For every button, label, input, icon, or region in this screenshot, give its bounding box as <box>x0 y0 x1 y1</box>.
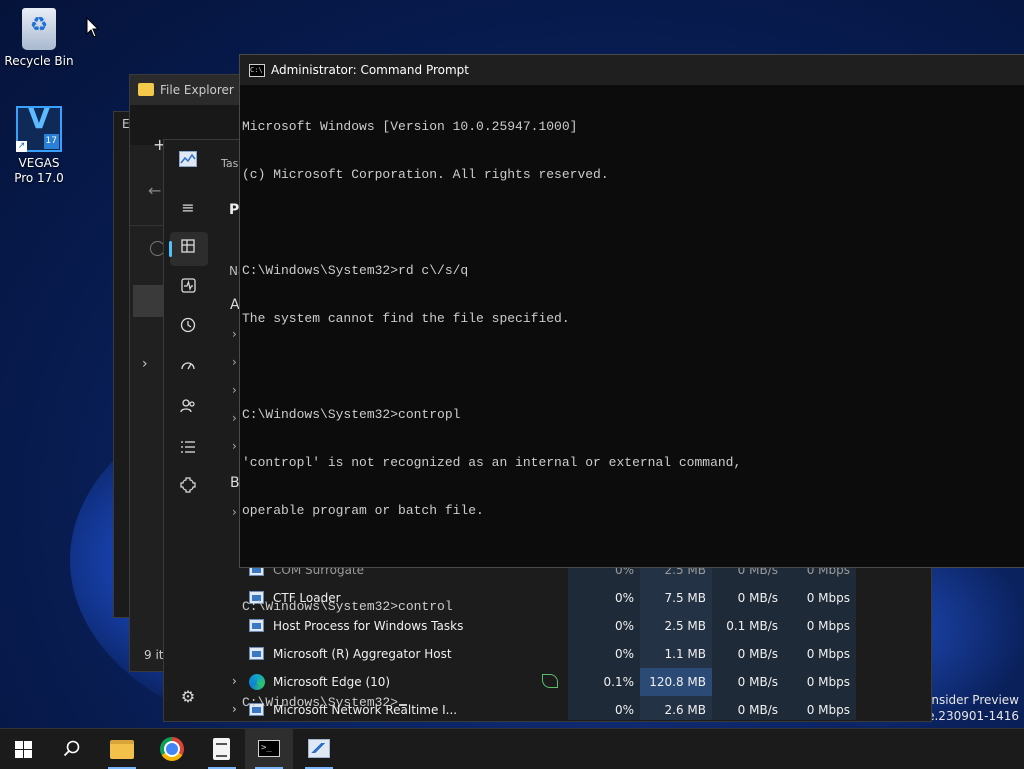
settings-gear-icon[interactable]: ⚙ <box>176 685 200 709</box>
process-network: 0 Mbps <box>806 647 850 661</box>
taskbar-chrome[interactable] <box>148 729 196 769</box>
command-prompt-icon: C:\ <box>249 64 265 77</box>
vegas-version-badge: 17 <box>43 134 59 149</box>
console-line: Microsoft Windows [Version 10.0.25947.10… <box>242 119 578 134</box>
services-tab-icon[interactable] <box>176 476 200 500</box>
recycle-bin-icon <box>22 8 56 50</box>
search-button[interactable] <box>48 729 96 769</box>
taskbar-notepad[interactable] <box>198 729 246 769</box>
process-network: 0 Mbps <box>806 619 850 633</box>
hamburger-menu-icon[interactable]: ≡ <box>176 196 200 220</box>
startup-apps-tab-icon[interactable] <box>176 356 200 380</box>
chevron-right-icon[interactable]: › <box>232 439 237 453</box>
desktop-icon-recycle-bin[interactable]: Recycle Bin <box>2 8 76 69</box>
app-history-tab-icon[interactable] <box>176 316 200 340</box>
task-manager-app-icon <box>176 150 200 174</box>
console-line: (c) Microsoft Corporation. All rights re… <box>242 167 609 182</box>
performance-tab-icon[interactable] <box>176 276 200 300</box>
desktop-icon-vegas-pro[interactable]: V 17 ↗ VEGAS Pro 17.0 <box>2 102 76 186</box>
chevron-right-icon[interactable]: › <box>232 355 237 369</box>
command-prompt-icon: >_ <box>258 740 280 757</box>
chevron-right-icon[interactable]: › <box>232 327 237 341</box>
chevron-right-icon[interactable]: › <box>232 702 237 716</box>
process-network: 0 Mbps <box>806 703 850 717</box>
chevron-right-icon[interactable]: › <box>232 505 237 519</box>
cmd-titlebar[interactable]: C:\ Administrator: Command Prompt <box>240 55 1024 85</box>
processes-heading: P <box>229 202 240 218</box>
nav-selected-indicator <box>169 241 172 257</box>
windows-logo-icon <box>15 741 32 758</box>
folder-icon <box>110 740 134 759</box>
search-icon <box>63 740 80 757</box>
console-line: C:\Windows\System32>rd c\/s/q <box>242 263 469 278</box>
taskbar-task-manager[interactable] <box>295 729 343 769</box>
task-manager-nav-rail: ≡ ⚙ <box>164 140 212 721</box>
chrome-icon <box>160 737 184 761</box>
chevron-right-icon[interactable]: › <box>142 356 148 372</box>
folder-icon <box>138 83 154 96</box>
console-line: C:\Windows\System32>contropl <box>242 407 461 422</box>
details-tab-icon[interactable] <box>176 436 200 460</box>
desktop-icon-label: Recycle Bin <box>4 54 74 68</box>
taskbar-file-explorer[interactable] <box>98 729 146 769</box>
explorer-titlebar[interactable]: File Explorer <box>130 75 250 105</box>
start-button[interactable] <box>0 729 48 769</box>
console-prompt-line[interactable]: C:\Windows\System32> <box>242 695 741 711</box>
process-network: 0 Mbps <box>806 675 850 689</box>
users-tab-icon[interactable] <box>176 396 200 420</box>
processes-tab-icon[interactable] <box>176 236 200 260</box>
console-line: 'contropl' is not recognized as an inter… <box>242 455 742 470</box>
vegas-pro-icon: V 17 ↗ <box>16 102 62 152</box>
notepad-icon <box>213 738 230 760</box>
console-line: C:\Windows\System32>control <box>242 599 453 614</box>
console-line: operable program or batch file. <box>242 503 484 518</box>
vegas-glyph: V <box>28 102 50 135</box>
taskbar-command-prompt[interactable]: >_ <box>245 729 293 769</box>
console-output[interactable]: Microsoft Windows [Version 10.0.25947.10… <box>242 87 741 743</box>
cmd-title: Administrator: Command Prompt <box>271 63 469 77</box>
back-arrow-icon[interactable]: ← <box>148 181 161 200</box>
chevron-right-icon[interactable]: › <box>232 674 237 688</box>
console-prompt: C:\Windows\System32> <box>242 695 399 710</box>
mouse-pointer-icon <box>86 17 100 38</box>
chevron-right-icon[interactable]: › <box>232 383 237 397</box>
process-network: 0 Mbps <box>806 591 850 605</box>
chevron-right-icon[interactable]: › <box>232 411 237 425</box>
text-cursor <box>399 704 408 706</box>
desktop-icon-label: VEGAS Pro 17.0 <box>14 156 64 185</box>
taskbar: >_ <box>0 728 1024 769</box>
command-prompt-window[interactable]: C:\ Administrator: Command Prompt Micros… <box>239 54 1024 710</box>
task-manager-icon <box>308 739 330 758</box>
explorer-title: File Explorer <box>160 83 234 97</box>
console-line: The system cannot find the file specifie… <box>242 311 570 326</box>
shortcut-arrow-icon: ↗ <box>16 141 27 152</box>
